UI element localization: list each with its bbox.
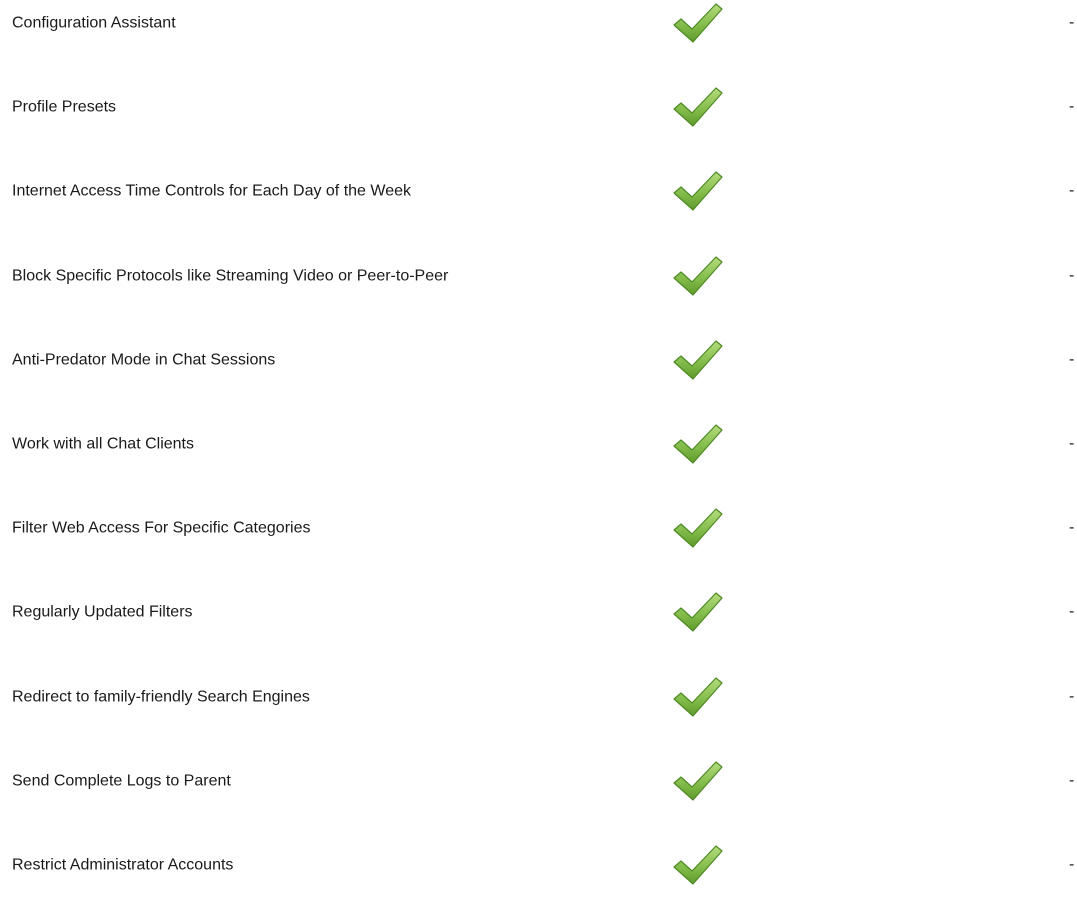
feature-extra-value: -: [1069, 771, 1075, 789]
feature-extra-value: -: [1069, 98, 1075, 116]
checkmark-icon: [673, 761, 723, 801]
feature-label: Restrict Administrator Accounts: [12, 856, 234, 874]
table-row: Regularly Updated Filters -: [0, 570, 1077, 654]
feature-label: Profile Presets: [12, 98, 117, 116]
feature-label: Configuration Assistant: [12, 14, 176, 32]
feature-extra-value: -: [1069, 14, 1075, 32]
checkmark-icon: [673, 845, 723, 885]
checkmark-icon: [673, 508, 723, 548]
feature-label: Block Specific Protocols like Streaming …: [12, 267, 449, 285]
feature-label: Anti-Predator Mode in Chat Sessions: [12, 351, 276, 369]
feature-extra-value: -: [1069, 855, 1075, 873]
table-row: Restrict Administrator Accounts -: [0, 823, 1077, 907]
table-row: Internet Access Time Controls for Each D…: [0, 149, 1077, 233]
checkmark-icon: [673, 340, 723, 380]
feature-extra-value: -: [1069, 435, 1075, 453]
feature-extra-value: -: [1069, 519, 1075, 537]
feature-label: Work with all Chat Clients: [12, 435, 194, 453]
feature-extra-value: -: [1069, 266, 1075, 284]
feature-label: Send Complete Logs to Parent: [12, 772, 231, 790]
table-row: Block Specific Protocols like Streaming …: [0, 234, 1077, 318]
feature-extra-value: -: [1069, 350, 1075, 368]
table-row: Redirect to family-friendly Search Engin…: [0, 655, 1077, 739]
checkmark-icon: [673, 424, 723, 464]
checkmark-icon: [673, 676, 723, 717]
table-row: Work with all Chat Clients -: [0, 402, 1077, 486]
feature-label: Internet Access Time Controls for Each D…: [12, 182, 411, 200]
feature-table: Configuration Assistant - Profile Preset…: [0, 0, 1077, 907]
checkmark-icon: [673, 87, 723, 127]
checkmark-icon: [673, 3, 723, 43]
table-row: Anti-Predator Mode in Chat Sessions -: [0, 318, 1077, 402]
table-row: Configuration Assistant -: [0, 0, 1077, 65]
table-row: Filter Web Access For Specific Categorie…: [0, 486, 1077, 570]
table-row: Send Complete Logs to Parent -: [0, 739, 1077, 823]
checkmark-icon: [673, 171, 723, 212]
feature-extra-value: -: [1069, 687, 1075, 705]
feature-label: Redirect to family-friendly Search Engin…: [12, 688, 310, 706]
feature-extra-value: -: [1069, 182, 1075, 200]
checkmark-icon: [673, 592, 723, 633]
feature-label: Regularly Updated Filters: [12, 603, 193, 621]
feature-extra-value: -: [1069, 603, 1075, 621]
feature-label: Filter Web Access For Specific Categorie…: [12, 519, 311, 537]
table-row: Profile Presets -: [0, 65, 1077, 149]
checkmark-icon: [673, 256, 723, 296]
